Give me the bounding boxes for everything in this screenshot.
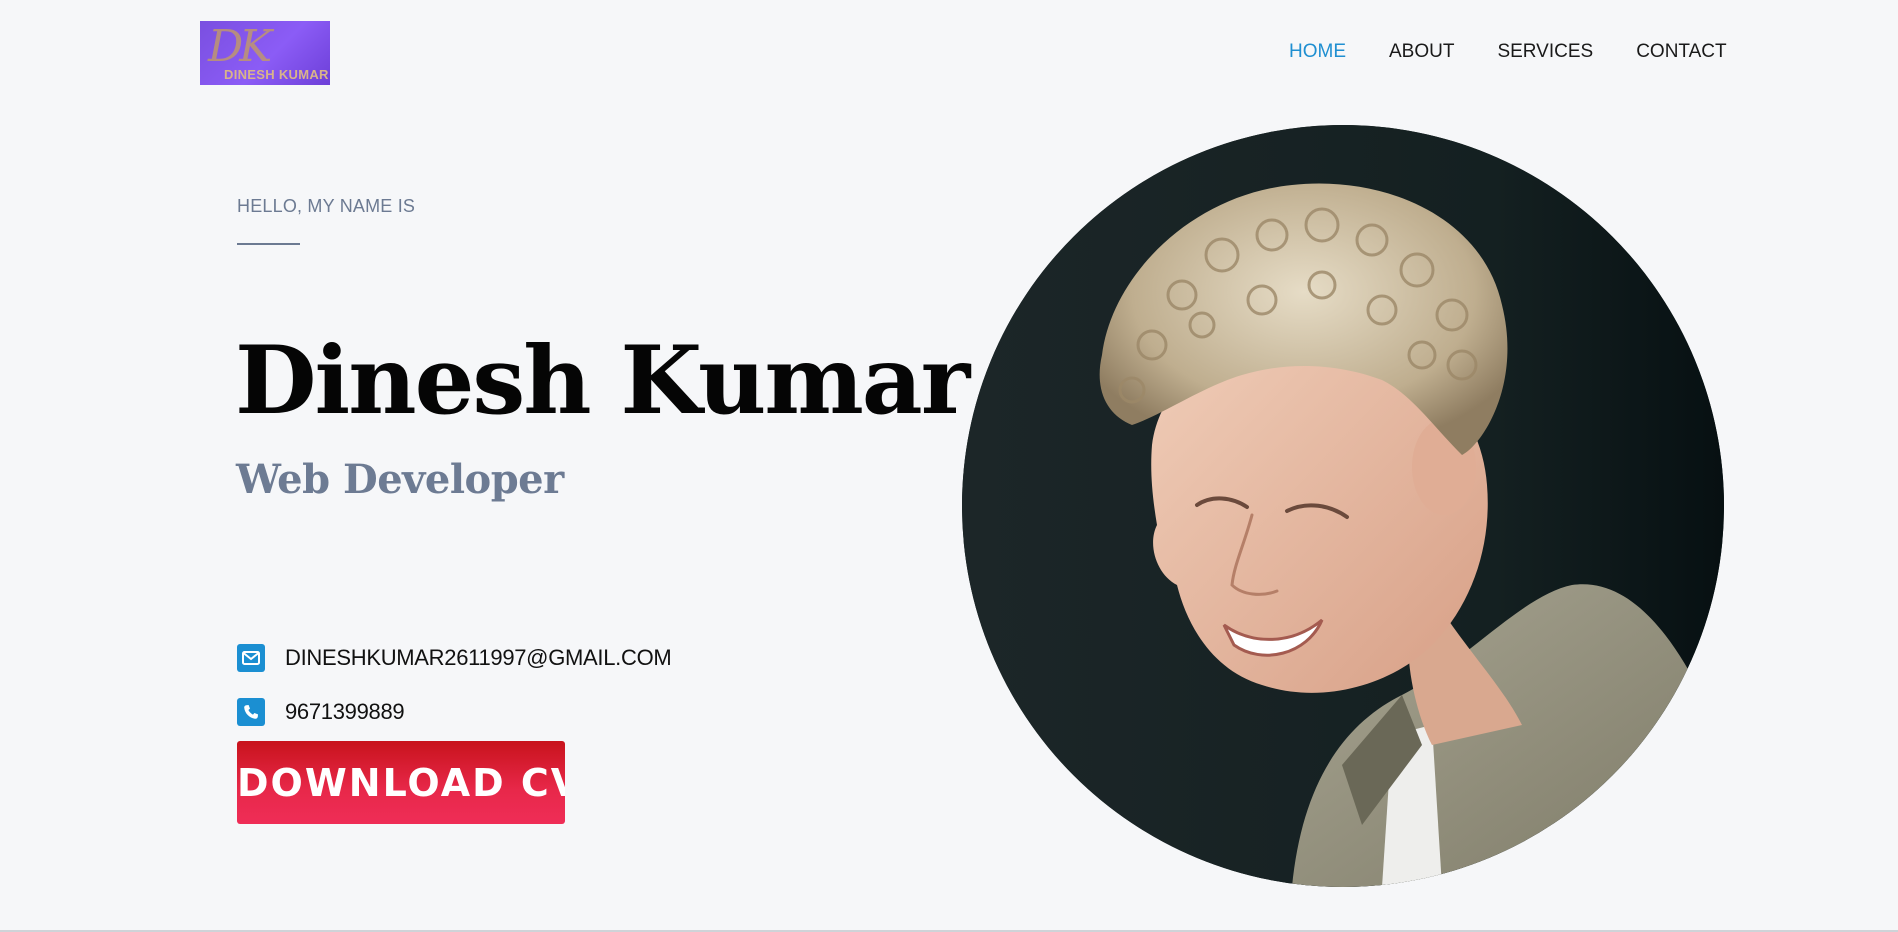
site-logo[interactable]: DK DINESH KUMAR [200,21,330,85]
hero-role: Web Developer [236,456,564,503]
phone-icon [237,698,265,726]
main-nav: HOME ABOUT SERVICES CONTACT [1289,40,1727,64]
portrait-illustration [962,125,1724,887]
contact-email-row: DINESHKUMAR2611997@GMAIL.COM [237,644,672,672]
envelope-icon [237,644,265,672]
nav-about[interactable]: ABOUT [1389,40,1454,64]
profile-photo [962,125,1724,887]
contact-phone-link[interactable]: 9671399889 [285,699,405,725]
hero-name: Dinesh Kumar [235,326,970,436]
contact-phone-row: 9671399889 [237,698,405,726]
hero-greeting: HELLO, MY NAME IS [237,196,416,216]
greeting-divider [237,243,300,245]
nav-contact[interactable]: CONTACT [1636,40,1726,64]
nav-services[interactable]: SERVICES [1497,40,1593,64]
logo-monogram: DK [208,21,272,72]
download-cv-button[interactable]: DOWNLOAD CV [237,741,565,824]
contact-email-link[interactable]: DINESHKUMAR2611997@GMAIL.COM [285,645,672,671]
logo-text: DINESH KUMAR [224,67,329,82]
page: DK DINESH KUMAR HOME ABOUT SERVICES CONT… [0,0,1898,932]
nav-home[interactable]: HOME [1289,40,1346,64]
